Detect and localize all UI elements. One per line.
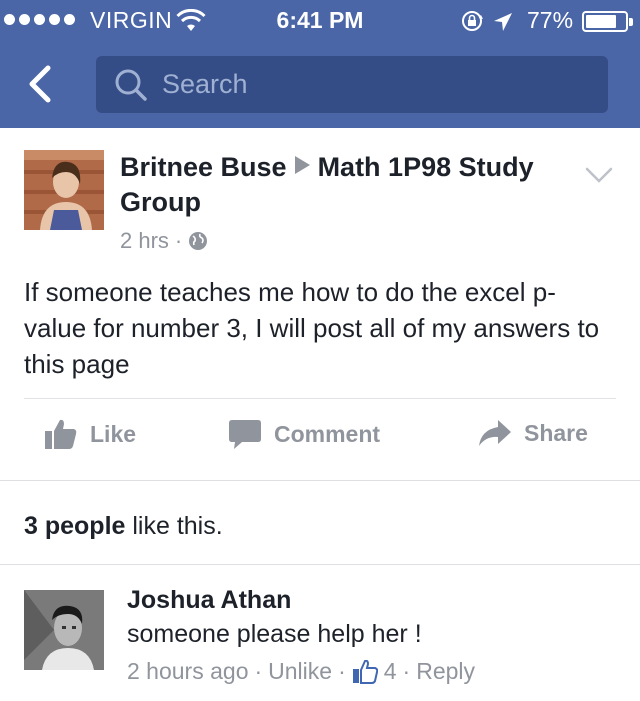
comment-bubble-icon bbox=[229, 420, 261, 449]
post-body: If someone teaches me how to do the exce… bbox=[24, 277, 600, 379]
meta-separator: · bbox=[174, 228, 183, 253]
comment-label: Comment bbox=[274, 420, 381, 447]
share-arrow-icon bbox=[479, 420, 511, 446]
comment-like-count[interactable]: 4 bbox=[384, 658, 397, 685]
chevron-down-icon[interactable] bbox=[585, 166, 613, 184]
rotation-lock-icon bbox=[462, 11, 483, 31]
divider bbox=[0, 564, 640, 565]
battery-icon bbox=[582, 11, 633, 32]
post-meta: 2 hrs · bbox=[120, 228, 208, 254]
search-placeholder: Search bbox=[162, 69, 248, 99]
action-bar: Like Comment Share bbox=[0, 418, 640, 462]
unlike-button[interactable]: Unlike bbox=[268, 658, 332, 685]
like-label: Like bbox=[90, 420, 137, 447]
post-author[interactable]: Britnee Buse bbox=[120, 152, 287, 182]
like-thumb-icon bbox=[45, 419, 77, 449]
location-arrow-icon bbox=[494, 13, 512, 31]
status-bar: VIRGIN 6:41 PM 77% bbox=[0, 0, 640, 42]
likes-summary[interactable]: 3 people like this. bbox=[24, 512, 223, 541]
search-input[interactable]: Search bbox=[96, 56, 608, 113]
globe-icon bbox=[189, 232, 208, 250]
share-label: Share bbox=[524, 419, 588, 446]
top-bar: VIRGIN 6:41 PM 77% Search bbox=[0, 0, 640, 128]
reply-button[interactable]: Reply bbox=[416, 658, 475, 685]
likes-suffix: like this. bbox=[125, 512, 223, 540]
likes-count: 3 people bbox=[24, 512, 126, 540]
comment-button[interactable]: Comment bbox=[228, 418, 380, 450]
meta-dot: · bbox=[254, 658, 263, 684]
share-button[interactable]: Share bbox=[478, 418, 588, 448]
like-button[interactable]: Like bbox=[44, 418, 136, 450]
avatar[interactable] bbox=[24, 590, 104, 670]
avatar[interactable] bbox=[24, 150, 104, 230]
comment-meta: 2 hours ago · Unlike · 4 · Reply bbox=[127, 658, 475, 685]
divider bbox=[0, 480, 640, 481]
post-time[interactable]: 2 hrs bbox=[120, 228, 169, 254]
divider bbox=[24, 398, 616, 399]
comment-time: 2 hours ago bbox=[127, 658, 249, 684]
back-chevron-icon[interactable] bbox=[20, 62, 64, 106]
battery-percent: 77% bbox=[527, 7, 574, 33]
meta-dot: · bbox=[338, 658, 346, 684]
post-header: Britnee Buse Math 1P98 Study Group bbox=[120, 150, 540, 220]
arrow-right-icon bbox=[294, 156, 310, 174]
comment-text: someone please help her ! bbox=[127, 620, 422, 648]
meta-dot: · bbox=[402, 658, 411, 684]
comment-author[interactable]: Joshua Athan bbox=[127, 586, 291, 615]
search-icon bbox=[115, 69, 147, 101]
blue-like-badge-icon bbox=[352, 659, 378, 684]
